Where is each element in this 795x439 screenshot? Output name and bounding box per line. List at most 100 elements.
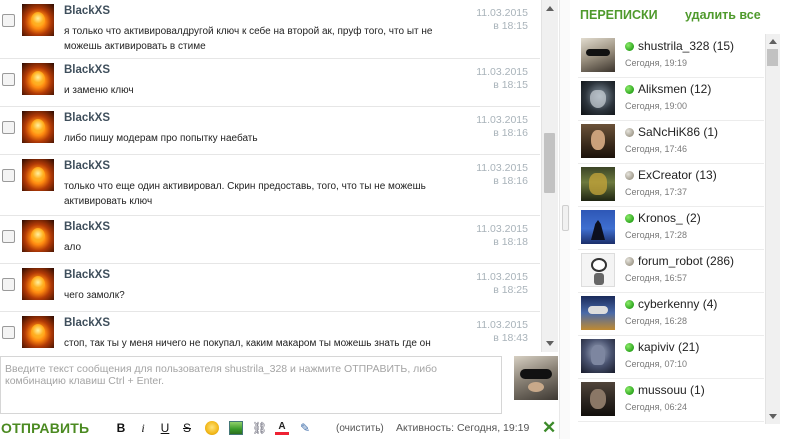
- chat-scrollbar[interactable]: [541, 0, 558, 352]
- conversation-item[interactable]: ExCreator (13) Сегодня, 17:37: [578, 163, 764, 207]
- message-input[interactable]: [1, 357, 501, 413]
- conversation-item[interactable]: kapiviv (21) Сегодня, 07:10: [578, 335, 764, 379]
- scroll-down-arrow-icon[interactable]: [546, 341, 554, 346]
- activity-status: Активность: Сегодня, 19:19: [396, 422, 530, 434]
- message-author[interactable]: BlackXS: [64, 64, 110, 76]
- message-author[interactable]: BlackXS: [64, 317, 110, 329]
- message-timestamp: 11.03.2015 в 18:15: [476, 7, 528, 33]
- message-item: BlackXS ало 11.03.2015 в 18:18: [0, 216, 540, 264]
- conversation-item[interactable]: Aliksmen (12) Сегодня, 19:00: [578, 77, 764, 121]
- message-input-box[interactable]: [0, 356, 502, 414]
- message-checkbox[interactable]: [2, 14, 15, 27]
- composer-toolbar: ОТПРАВИТЬ B i U S ⛓ A ✎ (очистить) Актив…: [0, 418, 558, 439]
- send-button[interactable]: ОТПРАВИТЬ: [1, 420, 89, 436]
- message-checkbox[interactable]: [2, 230, 15, 243]
- author-avatar[interactable]: [22, 159, 54, 191]
- splitter-grip-icon[interactable]: [562, 205, 569, 231]
- message-text: я только что активировалдругой ключ к се…: [64, 26, 433, 52]
- message-time: в 18:15: [493, 20, 528, 32]
- contact-name: forum_robot (286): [638, 254, 735, 268]
- message-author[interactable]: BlackXS: [64, 269, 110, 281]
- message-text: чего замолк?: [64, 290, 125, 301]
- conversation-item[interactable]: shustrila_328 (15) Сегодня, 19:19: [578, 34, 764, 78]
- contact-time: Сегодня, 17:37: [625, 187, 688, 197]
- italic-button[interactable]: i: [136, 421, 150, 436]
- author-avatar[interactable]: [22, 111, 54, 143]
- message-checkbox[interactable]: [2, 278, 15, 291]
- pane-splitter[interactable]: [559, 0, 570, 439]
- online-status-icon: [625, 42, 634, 51]
- contact-time: Сегодня, 16:57: [625, 273, 688, 283]
- message-time: в 18:18: [493, 236, 528, 248]
- contact-time: Сегодня, 17:46: [625, 144, 688, 154]
- smile-icon[interactable]: [205, 421, 219, 435]
- scroll-up-arrow-icon[interactable]: [769, 39, 777, 44]
- contact-avatar: [581, 124, 615, 158]
- font-color-icon[interactable]: A: [275, 421, 289, 435]
- message-time: в 18:43: [493, 332, 528, 344]
- author-avatar[interactable]: [22, 4, 54, 36]
- clear-link[interactable]: (очистить): [336, 423, 384, 434]
- author-avatar[interactable]: [22, 316, 54, 348]
- message-item: BlackXS и заменю ключ 11.03.2015 в 18:15: [0, 59, 540, 107]
- contact-time: Сегодня, 19:00: [625, 101, 688, 111]
- message-text: только что еще один активировал. Скрин п…: [64, 181, 426, 207]
- conversation-item[interactable]: mussouu (1) Сегодня, 06:24: [578, 378, 764, 422]
- author-avatar[interactable]: [22, 268, 54, 300]
- message-checkbox[interactable]: [2, 73, 15, 86]
- underline-button[interactable]: U: [158, 421, 172, 435]
- link-icon[interactable]: ⛓: [252, 421, 267, 435]
- contact-name: cyberkenny (4): [638, 297, 718, 311]
- conversations-title: ПЕРЕПИСКИ: [580, 8, 658, 22]
- message-text: и заменю ключ: [64, 85, 134, 96]
- conversation-item[interactable]: SaNcHiK86 (1) Сегодня, 17:46: [578, 120, 764, 164]
- contact-avatar: [581, 296, 615, 330]
- image-icon[interactable]: [229, 421, 243, 435]
- scroll-thumb[interactable]: [544, 133, 555, 193]
- strikethrough-button[interactable]: S: [180, 421, 194, 435]
- scroll-down-arrow-icon[interactable]: [769, 414, 777, 419]
- delete-all-link[interactable]: удалить все: [685, 8, 761, 22]
- message-item: BlackXS либо пишу модерам про попытку на…: [0, 107, 540, 155]
- message-time: в 18:25: [493, 284, 528, 296]
- close-icon[interactable]: ✕: [542, 418, 556, 438]
- contact-name: Aliksmen (12): [638, 82, 712, 96]
- message-author[interactable]: BlackXS: [64, 112, 110, 124]
- message-timestamp: 11.03.2015 в 18:18: [476, 223, 528, 249]
- message-author[interactable]: BlackXS: [64, 221, 110, 233]
- contact-time: Сегодня, 07:10: [625, 359, 688, 369]
- conversation-item[interactable]: forum_robot (286) Сегодня, 16:57: [578, 249, 764, 293]
- online-status-icon: [625, 386, 634, 395]
- online-status-icon: [625, 214, 634, 223]
- message-timestamp: 11.03.2015 в 18:43: [476, 319, 528, 345]
- author-avatar[interactable]: [22, 220, 54, 252]
- conversation-scrollbar[interactable]: [765, 34, 780, 424]
- online-status-icon: [625, 300, 634, 309]
- message-checkbox[interactable]: [2, 169, 15, 182]
- contact-name: mussouu (1): [638, 383, 705, 397]
- message-timestamp: 11.03.2015 в 18:16: [476, 114, 528, 140]
- contact-avatar: [581, 38, 615, 72]
- away-status-icon: [625, 128, 634, 137]
- message-author[interactable]: BlackXS: [64, 5, 110, 17]
- message-date: 11.03.2015: [476, 7, 528, 19]
- scroll-thumb[interactable]: [767, 49, 778, 66]
- conversation-item[interactable]: cyberkenny (4) Сегодня, 16:28: [578, 292, 764, 336]
- edit-icon[interactable]: ✎: [298, 421, 312, 435]
- message-author[interactable]: BlackXS: [64, 160, 110, 172]
- message-checkbox[interactable]: [2, 121, 15, 134]
- online-status-icon: [625, 343, 634, 352]
- contact-time: Сегодня, 06:24: [625, 402, 688, 412]
- recipient-avatar: [514, 356, 558, 400]
- scroll-up-arrow-icon[interactable]: [546, 6, 554, 11]
- message-date: 11.03.2015: [476, 223, 528, 235]
- contact-name: Kronos_ (2): [638, 211, 701, 225]
- author-avatar[interactable]: [22, 63, 54, 95]
- conversation-item[interactable]: Kronos_ (2) Сегодня, 17:28: [578, 206, 764, 250]
- message-timestamp: 11.03.2015 в 18:15: [476, 66, 528, 92]
- message-time: в 18:16: [493, 127, 528, 139]
- message-time: в 18:15: [493, 79, 528, 91]
- message-checkbox[interactable]: [2, 326, 15, 339]
- bold-button[interactable]: B: [114, 421, 128, 435]
- online-status-icon: [625, 85, 634, 94]
